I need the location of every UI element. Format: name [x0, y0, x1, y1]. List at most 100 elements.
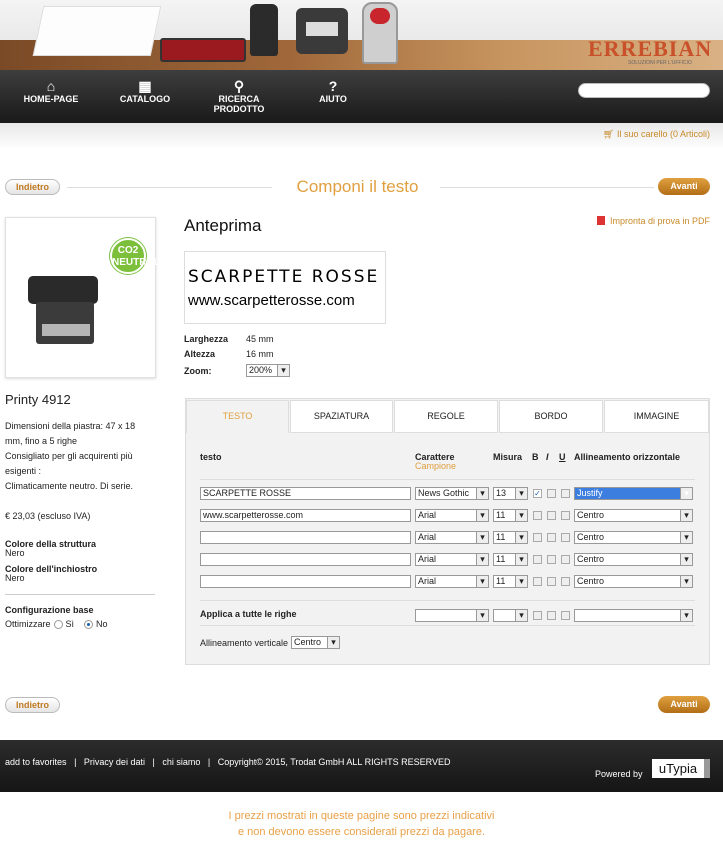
structure-color-value: Nero	[5, 548, 25, 558]
line-text-input[interactable]: SCARPETTE ROSSE	[200, 487, 411, 500]
col-italic-header: I	[546, 452, 549, 462]
nav-search-label: RICERCA PRODOTTO	[213, 94, 265, 114]
optimize-no-label: No	[96, 619, 108, 629]
divider	[440, 187, 654, 188]
align-select[interactable]: Centro	[574, 509, 693, 522]
utypia-logo[interactable]: uTypia	[652, 759, 710, 778]
size-select[interactable]: 11	[493, 575, 528, 588]
tab-image[interactable]: IMMAGINE	[604, 400, 709, 433]
align-select[interactable]: Justify	[574, 487, 693, 500]
nav-product-search[interactable]: ⚲ RICERCA PRODOTTO	[204, 78, 274, 114]
font-select[interactable]: Arial	[415, 553, 489, 566]
price-disclaimer: I prezzi mostrati in queste pagine sono …	[0, 808, 723, 840]
width-label: Larghezza	[184, 334, 229, 344]
size-select[interactable]: 11	[493, 531, 528, 544]
brand-tagline: SOLUZIONI PER L'UFFICIO	[628, 60, 692, 66]
size-select[interactable]: 13	[493, 487, 528, 500]
footer-separator: |	[152, 757, 155, 767]
tab-border[interactable]: BORDO	[499, 400, 603, 433]
co2-badge-text: CO2 NEUTRAL	[112, 245, 160, 268]
size-select[interactable]: 11	[493, 553, 528, 566]
footer-copyright: Copyright© 2015, Trodat GmbH ALL RIGHTS …	[217, 757, 451, 767]
bold-checkbox[interactable]	[533, 555, 542, 564]
underline-checkbox[interactable]	[561, 555, 570, 564]
col-size-header: Misura	[493, 452, 523, 462]
font-select[interactable]: News Gothic	[415, 487, 489, 500]
line-text-input[interactable]	[200, 575, 411, 588]
tab-text[interactable]: TESTO	[186, 400, 289, 433]
col-bold-header: B	[532, 452, 539, 462]
apply-all-size-select[interactable]	[493, 609, 528, 622]
optimize-row: Ottimizzare Sì No	[5, 619, 108, 629]
bold-checkbox[interactable]	[533, 533, 542, 542]
nav-catalog[interactable]: ▦ CATALOGO	[110, 78, 180, 104]
page-title: Componi il testo	[296, 177, 419, 196]
cart-label: Il suo carello (0 Articoli)	[616, 129, 710, 139]
footer-link-favorites[interactable]: add to favorites	[5, 757, 67, 767]
cart-icon: 🛒︎	[603, 129, 617, 139]
footer-link-about[interactable]: chi siamo	[162, 757, 200, 767]
banner-date-stamp	[362, 2, 398, 64]
pdf-icon	[596, 216, 605, 225]
font-select[interactable]: Arial	[415, 531, 489, 544]
apply-all-bold-checkbox[interactable]	[533, 611, 542, 620]
bold-checkbox[interactable]	[533, 511, 542, 520]
tab-rules[interactable]: REGOLE	[394, 400, 498, 433]
italic-checkbox[interactable]	[547, 555, 556, 564]
next-button-bottom[interactable]: Avanti	[658, 696, 710, 713]
vertical-align-select[interactable]: Centro	[291, 636, 340, 649]
bold-checkbox[interactable]	[533, 577, 542, 586]
next-button-top[interactable]: Avanti	[658, 178, 710, 195]
back-button-top[interactable]: Indietro	[5, 179, 60, 195]
apply-all-align-select[interactable]	[574, 609, 693, 622]
optimize-no-radio[interactable]	[84, 619, 94, 629]
underline-checkbox[interactable]	[561, 533, 570, 542]
stamp-top	[28, 276, 98, 304]
size-select[interactable]: 11	[493, 509, 528, 522]
align-select[interactable]: Centro	[574, 575, 693, 588]
italic-checkbox[interactable]	[547, 511, 556, 520]
bold-checkbox[interactable]: ✓	[533, 489, 542, 498]
footer-separator: |	[74, 757, 77, 767]
product-image: CO2 NEUTRAL	[5, 217, 160, 378]
col-align-header: Allineamento orizzontale	[574, 452, 681, 462]
underline-checkbox[interactable]	[561, 577, 570, 586]
footer-link-privacy[interactable]: Privacy dei dati	[84, 757, 145, 767]
line-text-input[interactable]	[200, 553, 411, 566]
disclaimer-line-1: I prezzi mostrati in queste pagine sono …	[228, 810, 495, 822]
apply-all-underline-checkbox[interactable]	[561, 611, 570, 620]
nav-catalog-label: CATALOGO	[119, 94, 171, 104]
powered-by-label: Powered by	[595, 769, 643, 779]
line-text-input[interactable]: www.scarpetterosse.com	[200, 509, 411, 522]
align-select[interactable]: Centro	[574, 531, 693, 544]
font-select[interactable]: Arial	[415, 509, 489, 522]
underline-checkbox[interactable]	[561, 489, 570, 498]
pdf-proof-label: Impronta di prova in PDF	[609, 216, 710, 226]
italic-checkbox[interactable]	[547, 577, 556, 586]
tab-spacing[interactable]: SPAZIATURA	[290, 400, 393, 433]
font-select[interactable]: Arial	[415, 575, 489, 588]
align-select[interactable]: Centro	[574, 553, 693, 566]
product-name: Printy 4912	[5, 392, 71, 407]
header-banner: ERREBIAN SOLUZIONI PER L'UFFICIO	[0, 0, 723, 70]
pdf-proof-link[interactable]: Impronta di prova in PDF	[596, 216, 710, 226]
italic-checkbox[interactable]	[547, 489, 556, 498]
preview-title: Anteprima	[184, 216, 262, 235]
optimize-yes-radio[interactable]	[53, 619, 63, 629]
back-button-bottom[interactable]: Indietro	[5, 697, 60, 713]
main-nav: ⌂ HOME-PAGE ▦ CATALOGO ⚲ RICERCA PRODOTT…	[0, 70, 723, 123]
italic-checkbox[interactable]	[547, 533, 556, 542]
brand-logo[interactable]: ERREBIAN	[588, 36, 712, 62]
nav-home[interactable]: ⌂ HOME-PAGE	[16, 78, 86, 104]
divider	[200, 625, 695, 626]
line-text-input[interactable]	[200, 531, 411, 544]
zoom-select[interactable]: 200%	[246, 364, 290, 377]
apply-all-font-select[interactable]	[415, 609, 489, 622]
divider	[200, 600, 695, 601]
cart-link[interactable]: 🛒︎ Il suo carello (0 Articoli)	[603, 129, 710, 140]
apply-all-italic-checkbox[interactable]	[547, 611, 556, 620]
search-input[interactable]	[578, 83, 710, 98]
co2-neutral-badge: CO2 NEUTRAL	[110, 238, 160, 274]
underline-checkbox[interactable]	[561, 511, 570, 520]
nav-help[interactable]: ? AIUTO	[298, 78, 368, 104]
